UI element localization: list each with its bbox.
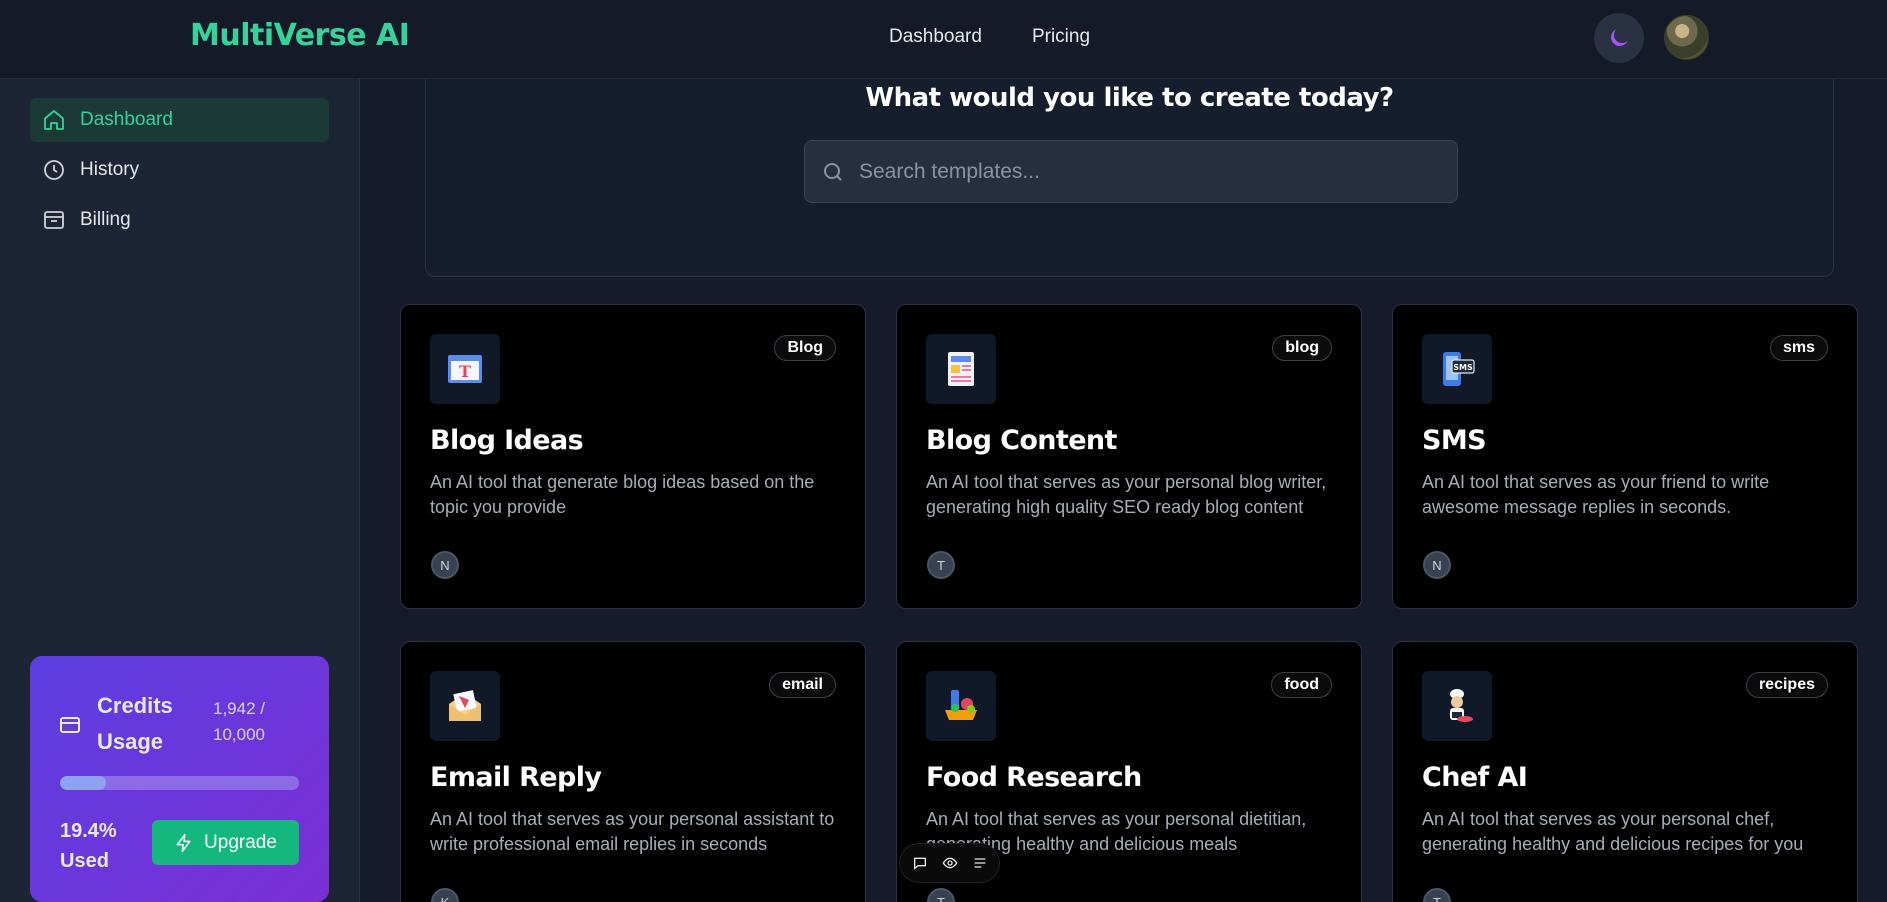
bolt-icon [176,833,191,852]
list-icon[interactable] [972,855,988,871]
card-description: An AI tool that serves as your personal … [926,472,1327,517]
card-title: Blog Ideas [430,425,584,456]
credits-title: Credits Usage [97,693,173,754]
brand-logo[interactable]: MultiVerse AI [190,18,410,53]
template-card[interactable]: email Email Reply An AI tool that serves… [400,641,866,902]
card-description: An AI tool that generate blog ideas base… [430,472,815,517]
nav-pricing-link[interactable]: Pricing [1032,26,1090,48]
sidebar: Dashboard History Billing Credits Usage … [0,79,360,902]
clock-icon [44,160,64,180]
blog-ideas-icon: T [430,334,500,404]
sidebar-item-history[interactable]: History [30,148,329,192]
wallet-icon [44,211,64,229]
credits-used-label: 19.4% Used [60,820,117,872]
template-card[interactable]: blog Blog Content An AI tool that serves… [896,304,1362,609]
credits-usage-card: Credits Usage 1,942 / 10,000 19.4% Used … [30,656,329,902]
upgrade-label: Upgrade [204,831,277,853]
author-avatar: T [927,551,955,579]
home-icon [44,110,64,130]
author-avatar: N [1423,551,1451,579]
floating-toolbar [899,843,1000,883]
blog-content-icon [926,334,996,404]
search-input[interactable] [859,159,1419,184]
sidebar-item-label: Billing [80,209,131,230]
food-icon [926,671,996,741]
card-title: Blog Content [926,425,1117,456]
card-tag: email [769,672,836,698]
author-avatar: T [1423,888,1451,902]
email-icon [430,671,500,741]
card-title: Chef AI [1422,762,1528,793]
nav-dashboard-link[interactable]: Dashboard [889,26,982,48]
search-box[interactable] [804,140,1458,203]
card-tag: sms [1769,335,1828,361]
author-avatar: K [431,888,459,902]
top-nav: Dashboard Pricing [889,26,1090,48]
card-title: Food Research [926,762,1142,793]
credits-progress-bar [60,776,299,790]
card-tag: blog [1272,335,1332,361]
user-avatar[interactable] [1664,15,1709,60]
card-tag: food [1271,672,1332,698]
author-avatar: T [927,888,955,902]
top-header: MultiVerse AI Dashboard Pricing [0,0,1887,79]
chef-icon [1422,671,1492,741]
sms-icon: SMS [1422,334,1492,404]
comment-icon[interactable] [912,855,928,871]
svg-text:SMS: SMS [1453,363,1473,372]
sidebar-item-label: Dashboard [80,109,173,130]
card-description: An AI tool that serves as your friend to… [1422,472,1770,517]
page-heading: What would you like to create today? [865,83,1394,113]
template-card[interactable]: T Blog Blog Ideas An AI tool that genera… [400,304,866,609]
author-avatar: N [431,551,459,579]
template-card[interactable]: SMS sms SMS An AI tool that serves as yo… [1392,304,1858,609]
eye-icon[interactable] [942,855,958,871]
moon-icon [1611,29,1628,46]
theme-toggle-button[interactable] [1594,13,1644,63]
card-description: An AI tool that serves as your personal … [430,809,835,854]
sidebar-item-label: History [80,159,140,180]
card-description: An AI tool that serves as your personal … [1422,809,1804,854]
credit-card-icon [60,717,80,733]
search-icon [824,162,842,181]
card-tag: Blog [774,335,836,361]
card-title: SMS [1422,425,1487,456]
search-hero: What would you like to create today? [425,79,1834,277]
credits-progress-fill [60,776,107,790]
card-tag: recipes [1745,672,1828,698]
template-card[interactable]: recipes Chef AI An AI tool that serves a… [1392,641,1858,902]
credits-count: 1,942 / 10,000 [213,699,265,744]
card-title: Email Reply [430,762,602,793]
sidebar-item-billing[interactable]: Billing [30,198,329,242]
svg-text:T: T [459,362,471,381]
sidebar-item-dashboard[interactable]: Dashboard [30,98,329,142]
upgrade-button[interactable]: Upgrade [152,820,299,865]
